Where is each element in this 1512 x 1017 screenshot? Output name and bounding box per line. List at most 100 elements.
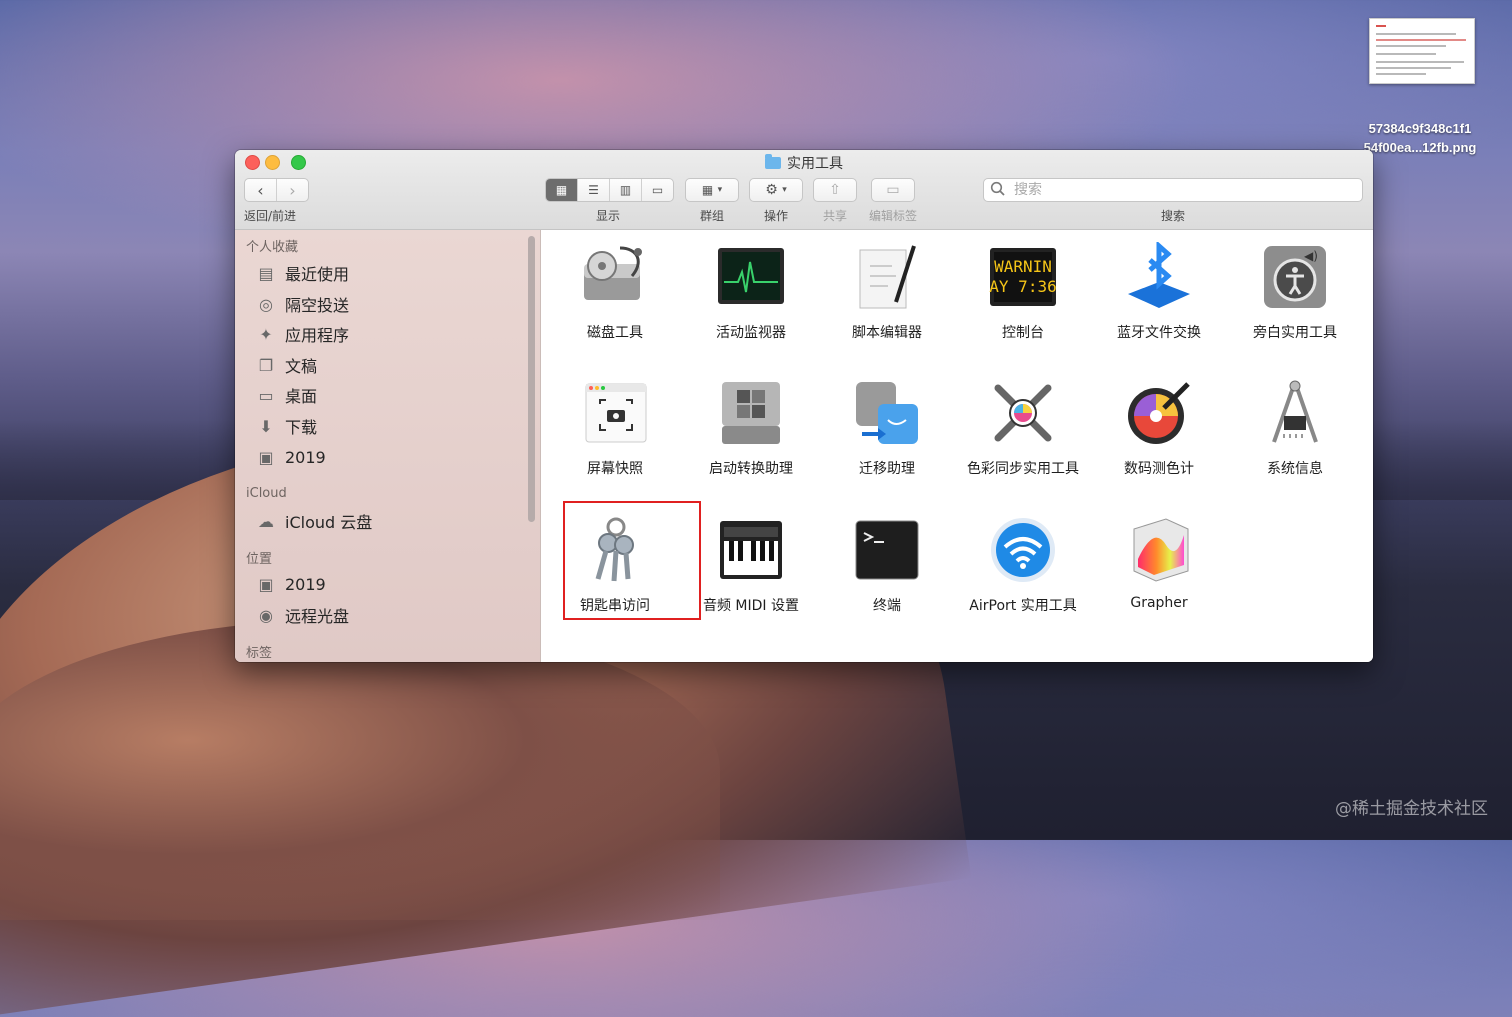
watermark: @稀土掘金技术社区 xyxy=(1335,799,1488,819)
window-title-text: 实用工具 xyxy=(787,156,843,172)
sidebar-item-label: 2019 xyxy=(285,574,326,594)
sidebar-item-label: 远程光盘 xyxy=(285,607,350,626)
sidebar: 个人收藏 ▤ 最近使用 ◎ 隔空投送 ✦ 应用程序 ❐ 文稿 ▭ 桌面 ⬇ 下载 ▣ 2019… xyxy=(235,230,541,662)
colorsync-icon xyxy=(988,378,1058,448)
app-script-editor[interactable]: 脚本编辑器 xyxy=(819,242,955,342)
app-label: 启动转换助理 xyxy=(709,461,793,477)
applications-icon: ✦ xyxy=(259,324,273,344)
grapher-icon xyxy=(1124,515,1194,585)
sidebar-item-remote-disc[interactable]: ◉ 远程光盘 xyxy=(255,601,349,629)
piano-icon xyxy=(716,515,786,585)
file-icon-grid: 磁盘工具 活动监视器 脚本编辑器 WARNIN AY 7:36 控制台 蓝牙文件… xyxy=(541,230,1373,662)
boot-camp-icon xyxy=(716,378,786,448)
app-label: 色彩同步实用工具 xyxy=(967,461,1079,477)
sidebar-item-2019-location[interactable]: ▣ 2019 xyxy=(255,570,326,598)
sidebar-item-icloud-drive[interactable]: ☁ iCloud 云盘 xyxy=(255,507,372,535)
grid-icon: ▦ xyxy=(701,183,714,197)
color-meter-icon xyxy=(1124,378,1194,448)
finder-window: 实用工具 ‹ › 返回/前进 ▦ ☰ ▥ ▭ 显示 ▦ ▾ 群组 ⚙ ▾ 操作 … xyxy=(235,150,1373,662)
sidebar-item-airdrop[interactable]: ◎ 隔空投送 xyxy=(255,290,349,318)
app-boot-camp-assistant[interactable]: 启动转换助理 xyxy=(683,378,819,478)
sidebar-item-recents[interactable]: ▤ 最近使用 xyxy=(255,259,349,287)
app-label: 终端 xyxy=(873,598,901,614)
search-input[interactable] xyxy=(1012,181,1356,199)
sidebar-scrollbar[interactable] xyxy=(528,236,535,522)
downloads-icon: ⬇ xyxy=(259,416,273,436)
action-button[interactable]: ⚙ ▾ xyxy=(749,178,803,202)
tags-header: 标签 xyxy=(246,646,273,661)
back-forward-control: ‹ › xyxy=(244,178,309,202)
airdrop-icon: ◎ xyxy=(259,294,273,314)
forward-button[interactable]: › xyxy=(277,179,308,201)
sidebar-item-label: 隔空投送 xyxy=(285,296,350,315)
recents-icon: ▤ xyxy=(258,263,274,283)
list-icon: ☰ xyxy=(588,183,599,197)
app-label: Grapher xyxy=(1130,595,1188,611)
chevron-right-icon: › xyxy=(289,180,296,200)
app-activity-monitor[interactable]: 活动监视器 xyxy=(683,242,819,342)
list-view-button[interactable]: ☰ xyxy=(578,179,610,201)
wifi-icon xyxy=(988,515,1058,585)
app-migration-assistant[interactable]: 迁移助理 xyxy=(819,378,955,478)
gallery-view-button[interactable]: ▭ xyxy=(642,179,673,201)
app-grapher[interactable]: Grapher xyxy=(1091,515,1227,611)
app-label: 音频 MIDI 设置 xyxy=(702,598,800,614)
app-bluetooth-file-exchange[interactable]: 蓝牙文件交换 xyxy=(1091,240,1227,342)
sidebar-item-label: 最近使用 xyxy=(285,265,350,284)
documents-icon: ❐ xyxy=(258,355,274,375)
app-airport-utility[interactable]: AirPort 实用工具 xyxy=(955,515,1091,615)
app-screenshot[interactable]: 屏幕快照 xyxy=(547,378,683,478)
terminal-icon xyxy=(852,515,922,585)
sidebar-item-label: 下载 xyxy=(285,418,318,437)
desktop-icon: ▭ xyxy=(258,385,274,405)
app-label: AirPort 实用工具 xyxy=(969,598,1077,614)
disk-utility-icon xyxy=(580,242,650,312)
edit-tags-button[interactable]: ▭ xyxy=(871,178,915,202)
chevron-down-icon: ▾ xyxy=(782,185,787,195)
app-disk-utility[interactable]: 磁盘工具 xyxy=(547,242,683,342)
chevron-left-icon: ‹ xyxy=(257,180,264,200)
sidebar-item-downloads[interactable]: ⬇ 下载 xyxy=(255,412,317,440)
app-label: 屏幕快照 xyxy=(587,461,643,477)
app-console[interactable]: WARNIN AY 7:36 控制台 xyxy=(955,242,1091,342)
bluetooth-icon xyxy=(1124,240,1194,312)
activity-monitor-icon xyxy=(716,242,786,312)
app-colorsync-utility[interactable]: 色彩同步实用工具 xyxy=(955,378,1091,478)
view-control: ▦ ☰ ▥ ▭ xyxy=(545,178,674,202)
sidebar-item-2019[interactable]: ▣ 2019 xyxy=(255,443,325,471)
sidebar-item-label: iCloud 云盘 xyxy=(285,513,373,532)
migration-assistant-icon xyxy=(852,378,922,448)
sidebar-item-applications[interactable]: ✦ 应用程序 xyxy=(255,320,349,348)
sidebar-item-desktop[interactable]: ▭ 桌面 xyxy=(255,381,317,409)
sidebar-item-label: 应用程序 xyxy=(285,326,350,345)
folder-icon xyxy=(765,154,781,169)
group-button[interactable]: ▦ ▾ xyxy=(685,178,739,202)
app-terminal[interactable]: 终端 xyxy=(819,515,955,615)
columns-icon: ▥ xyxy=(619,183,632,197)
action-label: 操作 xyxy=(763,209,788,223)
desktop-file-thumbnail[interactable] xyxy=(1369,18,1475,84)
disk-icon: ▣ xyxy=(258,574,274,594)
sidebar-item-documents[interactable]: ❐ 文稿 xyxy=(255,351,317,379)
app-label: 系统信息 xyxy=(1267,461,1323,477)
desktop-file-name-line1: 57384c9f348c1f1 xyxy=(1368,121,1472,136)
sidebar-item-label: 桌面 xyxy=(285,387,318,406)
svg-text:◀): ◀) xyxy=(1304,249,1318,263)
group-label: 群组 xyxy=(699,209,724,223)
search-icon xyxy=(990,181,1008,199)
column-view-button[interactable]: ▥ xyxy=(610,179,642,201)
icloud-header: iCloud xyxy=(246,486,287,501)
voiceover-icon: ◀) xyxy=(1260,242,1330,312)
app-label: 活动监视器 xyxy=(716,325,786,341)
disk-icon: ▣ xyxy=(258,447,274,467)
app-digital-color-meter[interactable]: 数码测色计 xyxy=(1091,378,1227,478)
search-field[interactable] xyxy=(983,178,1363,202)
app-audio-midi-setup[interactable]: 音频 MIDI 设置 xyxy=(683,515,819,615)
back-button[interactable]: ‹ xyxy=(245,179,277,201)
app-voiceover-utility[interactable]: ◀) 旁白实用工具 xyxy=(1227,242,1363,342)
console-icon-text-1: WARNIN xyxy=(994,257,1052,276)
share-button[interactable]: ⇧ xyxy=(813,178,857,202)
icon-view-button[interactable]: ▦ xyxy=(546,179,578,201)
app-system-information[interactable]: 系统信息 xyxy=(1227,378,1363,478)
app-label: 旁白实用工具 xyxy=(1253,325,1337,341)
